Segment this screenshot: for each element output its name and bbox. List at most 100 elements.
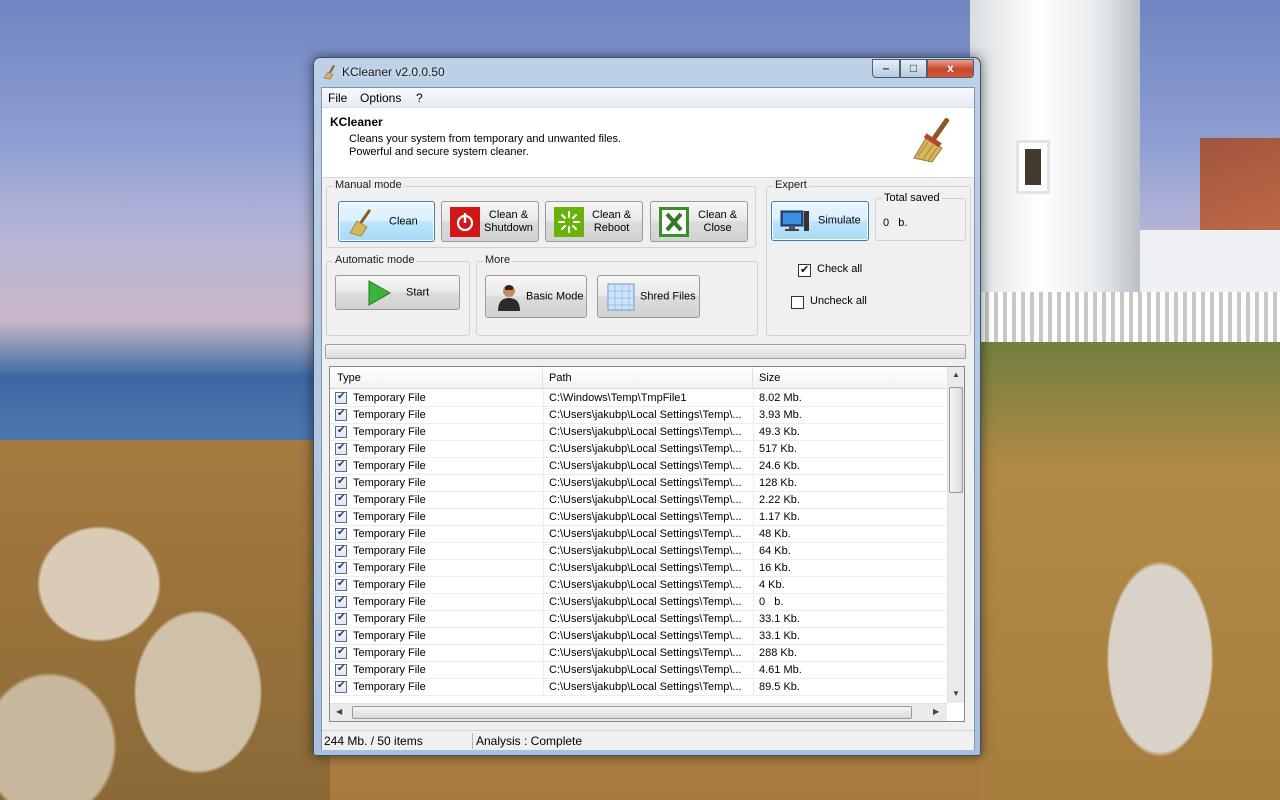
scroll-up-icon[interactable]: ▲ bbox=[952, 370, 960, 379]
clean-shutdown-button[interactable]: Clean & Shutdown bbox=[441, 201, 539, 242]
title-bar[interactable]: KCleaner v2.0.0.50 – □ x bbox=[314, 58, 980, 87]
close-button[interactable]: x bbox=[927, 59, 974, 78]
scroll-left-icon[interactable]: ◀ bbox=[336, 707, 342, 716]
list-header: Type Path Size bbox=[330, 367, 946, 389]
horizontal-scroll-thumb[interactable] bbox=[352, 706, 912, 719]
play-icon bbox=[368, 279, 392, 306]
table-row[interactable]: Temporary File C:\Users\jakubp\Local Sett… bbox=[330, 594, 946, 611]
row-size: 3.93 Mb. bbox=[759, 409, 802, 421]
table-row[interactable]: Temporary File C:\Users\jakubp\Local Sett… bbox=[330, 509, 946, 526]
row-checkbox[interactable] bbox=[335, 510, 347, 523]
row-type: Temporary File bbox=[353, 511, 426, 523]
row-size: 128 Kb. bbox=[759, 477, 797, 489]
row-checkbox[interactable] bbox=[335, 442, 347, 455]
table-row[interactable]: Temporary File C:\Users\jakubp\Local Sett… bbox=[330, 628, 946, 645]
row-checkbox[interactable] bbox=[335, 663, 347, 676]
table-row[interactable]: Temporary File C:\Users\jakubp\Local Sett… bbox=[330, 577, 946, 594]
row-checkbox[interactable] bbox=[335, 425, 347, 438]
table-row[interactable]: Temporary File C:\Users\jakubp\Local Sett… bbox=[330, 458, 946, 475]
horizontal-scrollbar[interactable]: ◀ ▶ bbox=[330, 703, 947, 721]
scroll-down-icon[interactable]: ▼ bbox=[952, 689, 960, 698]
minimize-button[interactable]: – bbox=[872, 59, 900, 78]
header-panel: KCleaner Cleans your system from tempora… bbox=[322, 108, 974, 178]
total-saved-label: Total saved bbox=[882, 192, 942, 204]
row-checkbox[interactable] bbox=[335, 493, 347, 506]
clean-button[interactable]: Clean bbox=[338, 201, 435, 242]
check-all-checkbox[interactable] bbox=[798, 263, 811, 277]
row-size: 49.3 Kb. bbox=[759, 426, 800, 438]
row-checkbox[interactable] bbox=[335, 544, 347, 557]
row-size: 4.61 Mb. bbox=[759, 664, 802, 676]
column-size-header[interactable]: Size bbox=[759, 372, 780, 384]
row-size: 2.22 Kb. bbox=[759, 494, 800, 506]
basic-mode-button[interactable]: Basic Mode bbox=[485, 275, 587, 318]
table-row[interactable]: Temporary File C:\Users\jakubp\Local Sett… bbox=[330, 407, 946, 424]
simulate-button[interactable]: Simulate bbox=[771, 201, 869, 241]
row-checkbox[interactable] bbox=[335, 646, 347, 659]
menu-help[interactable]: ? bbox=[416, 91, 423, 105]
clean-close-button[interactable]: Clean & Close bbox=[650, 201, 748, 242]
row-size: 1.17 Kb. bbox=[759, 511, 800, 523]
row-checkbox[interactable] bbox=[335, 578, 347, 591]
row-path: C:\Users\jakubp\Local Settings\Temp\... bbox=[549, 511, 742, 523]
row-checkbox[interactable] bbox=[335, 629, 347, 642]
table-row[interactable]: Temporary File C:\Users\jakubp\Local Sett… bbox=[330, 611, 946, 628]
row-size: 16 Kb. bbox=[759, 562, 791, 574]
close-x-icon bbox=[659, 206, 689, 237]
row-checkbox[interactable] bbox=[335, 527, 347, 540]
row-checkbox[interactable] bbox=[335, 408, 347, 421]
table-row[interactable]: Temporary File C:\Users\jakubp\Local Sett… bbox=[330, 526, 946, 543]
row-path: C:\Users\jakubp\Local Settings\Temp\... bbox=[549, 477, 742, 489]
table-row[interactable]: Temporary File C:\Users\jakubp\Local Sett… bbox=[330, 662, 946, 679]
table-row[interactable]: Temporary File C:\Users\jakubp\Local Sett… bbox=[330, 441, 946, 458]
row-type: Temporary File bbox=[353, 681, 426, 693]
row-checkbox[interactable] bbox=[335, 612, 347, 625]
table-row[interactable]: Temporary File C:\Windows\Temp\TmpFile1 8.… bbox=[330, 390, 946, 407]
menu-options[interactable]: Options bbox=[360, 91, 401, 105]
row-size: 33.1 Kb. bbox=[759, 613, 800, 625]
row-checkbox[interactable] bbox=[335, 680, 347, 693]
row-path: C:\Users\jakubp\Local Settings\Temp\... bbox=[549, 647, 742, 659]
table-row[interactable]: Temporary File C:\Users\jakubp\Local Sett… bbox=[330, 560, 946, 577]
uncheck-all-checkbox[interactable] bbox=[791, 296, 804, 309]
column-type-header[interactable]: Type bbox=[337, 372, 361, 384]
broom-icon bbox=[913, 117, 950, 163]
row-type: Temporary File bbox=[353, 392, 426, 404]
vertical-scrollbar[interactable]: ▲ ▼ bbox=[947, 367, 964, 703]
clean-reboot-button[interactable]: Clean & Reboot bbox=[545, 201, 643, 242]
header-title: KCleaner bbox=[330, 115, 383, 129]
row-type: Temporary File bbox=[353, 562, 426, 574]
row-checkbox[interactable] bbox=[335, 391, 347, 404]
user-icon bbox=[498, 284, 520, 311]
table-row[interactable]: Temporary File C:\Users\jakubp\Local Sett… bbox=[330, 679, 946, 696]
header-description-1: Cleans your system from temporary and un… bbox=[349, 133, 622, 145]
header-description-2: Powerful and secure system cleaner. bbox=[349, 146, 529, 158]
column-path-header[interactable]: Path bbox=[549, 372, 572, 384]
row-type: Temporary File bbox=[353, 579, 426, 591]
scroll-right-icon[interactable]: ▶ bbox=[933, 707, 939, 716]
table-row[interactable]: Temporary File C:\Users\jakubp\Local Sett… bbox=[330, 424, 946, 441]
row-path: C:\Users\jakubp\Local Settings\Temp\... bbox=[549, 545, 742, 557]
row-checkbox[interactable] bbox=[335, 561, 347, 574]
uncheck-all-label[interactable]: Uncheck all bbox=[810, 295, 867, 307]
maximize-button[interactable]: □ bbox=[900, 59, 927, 78]
start-button[interactable]: Start bbox=[335, 275, 460, 310]
desktop-rocks bbox=[0, 440, 330, 800]
app-window: KCleaner v2.0.0.50 – □ x File Options ? … bbox=[313, 57, 981, 756]
table-row[interactable]: Temporary File C:\Users\jakubp\Local Sett… bbox=[330, 543, 946, 560]
table-row[interactable]: Temporary File C:\Users\jakubp\Local Sett… bbox=[330, 475, 946, 492]
file-list[interactable]: Type Path Size Temporary File C:\Windows\… bbox=[329, 366, 965, 722]
vertical-scroll-thumb[interactable] bbox=[949, 387, 963, 493]
table-row[interactable]: Temporary File C:\Users\jakubp\Local Sett… bbox=[330, 492, 946, 509]
row-checkbox[interactable] bbox=[335, 459, 347, 472]
row-checkbox[interactable] bbox=[335, 476, 347, 489]
row-type: Temporary File bbox=[353, 443, 426, 455]
row-checkbox[interactable] bbox=[335, 595, 347, 608]
menu-file[interactable]: File bbox=[328, 91, 347, 105]
row-type: Temporary File bbox=[353, 494, 426, 506]
broom-icon bbox=[349, 208, 371, 236]
shred-files-button[interactable]: Shred Files bbox=[597, 275, 700, 318]
table-row[interactable]: Temporary File C:\Users\jakubp\Local Sett… bbox=[330, 645, 946, 662]
row-path: C:\Users\jakubp\Local Settings\Temp\... bbox=[549, 494, 742, 506]
check-all-label[interactable]: Check all bbox=[817, 263, 862, 275]
